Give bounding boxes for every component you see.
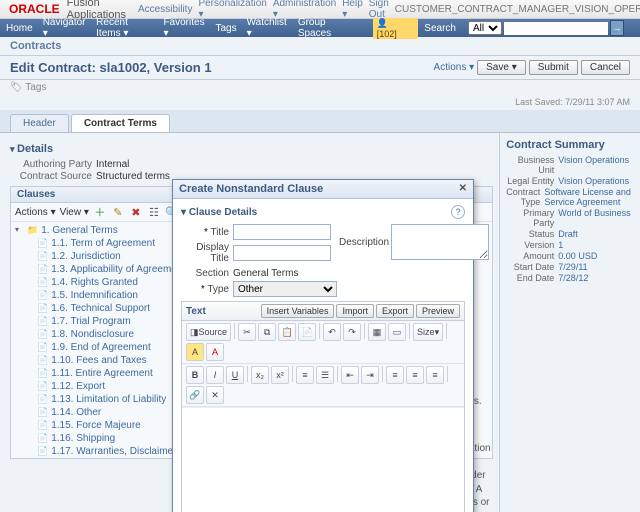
- table-icon[interactable]: ▦: [368, 323, 386, 341]
- user-badge[interactable]: 👤 [102]: [373, 18, 419, 39]
- cut-icon[interactable]: ✂: [238, 323, 256, 341]
- superscript-icon[interactable]: x²: [271, 366, 289, 384]
- menu-home[interactable]: Home: [6, 23, 33, 34]
- align-center-icon[interactable]: ≡: [406, 366, 424, 384]
- page-header: Edit Contract: sla1002, Version 1 Action…: [0, 56, 640, 80]
- search-input[interactable]: [504, 22, 608, 35]
- type-select[interactable]: Other: [233, 281, 337, 297]
- section-value: General Terms: [233, 268, 298, 279]
- tags-row[interactable]: 🏷 Tags: [0, 80, 640, 97]
- export-button[interactable]: Export: [376, 304, 414, 318]
- save-button[interactable]: Save ▾: [477, 60, 526, 75]
- menu-groupspaces[interactable]: Group Spaces: [298, 17, 353, 39]
- editor-label: Text: [186, 306, 206, 317]
- page-title: Edit Contract: sla1002, Version 1: [10, 60, 212, 75]
- copy-icon[interactable]: ⧉: [258, 323, 276, 341]
- clause-details-heading[interactable]: Clause Details: [181, 207, 465, 218]
- last-saved: Last Saved: 7/29/11 3:07 AM: [0, 97, 640, 110]
- subscript-icon[interactable]: x₂: [251, 366, 269, 384]
- search-label: Search: [424, 23, 456, 34]
- delete-icon[interactable]: ✖: [129, 205, 143, 219]
- ol-icon[interactable]: ≡: [296, 366, 314, 384]
- search-scope[interactable]: All: [468, 21, 502, 35]
- create-clause-dialog: Create Nonstandard Clause ✕ ? Clause Deta…: [172, 179, 474, 512]
- insert-variables-button[interactable]: Insert Variables: [261, 304, 335, 318]
- help-icon[interactable]: ?: [451, 205, 465, 219]
- dialog-title: Create Nonstandard Clause: [179, 183, 323, 195]
- link-accessibility[interactable]: Accessibility: [138, 4, 192, 15]
- close-icon[interactable]: ✕: [459, 183, 467, 195]
- menu-bar: Home Navigator ▾ Recent Items ▾ Favorite…: [0, 19, 640, 37]
- color-icon[interactable]: A: [206, 343, 224, 361]
- menu-navigator[interactable]: Navigator ▾: [43, 17, 86, 39]
- unlink-icon[interactable]: ✕: [206, 386, 224, 404]
- italic-icon[interactable]: I: [206, 366, 224, 384]
- tabs: Header Contract Terms: [0, 110, 640, 133]
- preview-button[interactable]: Preview: [416, 304, 460, 318]
- contract-summary: Contract Summary Business UnitVision Ope…: [499, 133, 640, 512]
- details-heading[interactable]: Details: [10, 143, 493, 155]
- tab-contract-terms[interactable]: Contract Terms: [71, 114, 170, 132]
- menu-tags[interactable]: Tags: [215, 23, 236, 34]
- bgcolor-icon[interactable]: A: [186, 343, 204, 361]
- align-right-icon[interactable]: ≡: [426, 366, 444, 384]
- menu-recent[interactable]: Recent Items ▾: [96, 17, 153, 39]
- redo-icon[interactable]: ↷: [343, 323, 361, 341]
- import-button[interactable]: Import: [336, 304, 374, 318]
- ul-icon[interactable]: ☰: [316, 366, 334, 384]
- paste-icon[interactable]: 📋: [278, 323, 296, 341]
- undo-icon[interactable]: ↶: [323, 323, 341, 341]
- user-context: CUSTOMER_CONTRACT_MANAGER_VISION_OPERATI…: [395, 4, 640, 15]
- paste-text-icon[interactable]: 📄: [298, 323, 316, 341]
- add-icon[interactable]: ＋: [93, 205, 107, 219]
- indent-icon[interactable]: ⇥: [361, 366, 379, 384]
- source-icon[interactable]: ◨ Source: [186, 323, 231, 341]
- editor-textarea[interactable]: [182, 407, 464, 512]
- rich-text-editor: Text Insert Variables Import Export Prev…: [181, 301, 465, 512]
- tab-header[interactable]: Header: [10, 114, 69, 132]
- bold-icon[interactable]: B: [186, 366, 204, 384]
- brand: ORACLE: [9, 2, 60, 16]
- actions-menu[interactable]: Actions ▾: [434, 62, 475, 73]
- display-title-input[interactable]: [233, 245, 331, 261]
- title-input[interactable]: [233, 224, 331, 240]
- menu-favorites[interactable]: Favorites ▾: [163, 17, 205, 39]
- breadcrumb: Contracts: [0, 37, 640, 56]
- submit-button[interactable]: Submit: [529, 60, 578, 75]
- move-icon[interactable]: ☷: [147, 205, 161, 219]
- image-icon[interactable]: ▭: [388, 323, 406, 341]
- cancel-button[interactable]: Cancel: [581, 60, 630, 75]
- search-go-button[interactable]: →: [610, 20, 624, 36]
- align-left-icon[interactable]: ≡: [386, 366, 404, 384]
- link-icon[interactable]: 🔗: [186, 386, 204, 404]
- edit-icon[interactable]: ✎: [111, 205, 125, 219]
- description-input[interactable]: [391, 224, 489, 260]
- clauses-view-menu[interactable]: View ▾: [60, 207, 89, 218]
- menu-watchlist[interactable]: Watchlist ▾: [247, 17, 288, 39]
- size-menu[interactable]: Size ▾: [413, 323, 443, 341]
- summary-title: Contract Summary: [506, 139, 634, 151]
- outdent-icon[interactable]: ⇤: [341, 366, 359, 384]
- underline-icon[interactable]: U: [226, 366, 244, 384]
- clauses-actions-menu[interactable]: Actions ▾: [15, 207, 56, 218]
